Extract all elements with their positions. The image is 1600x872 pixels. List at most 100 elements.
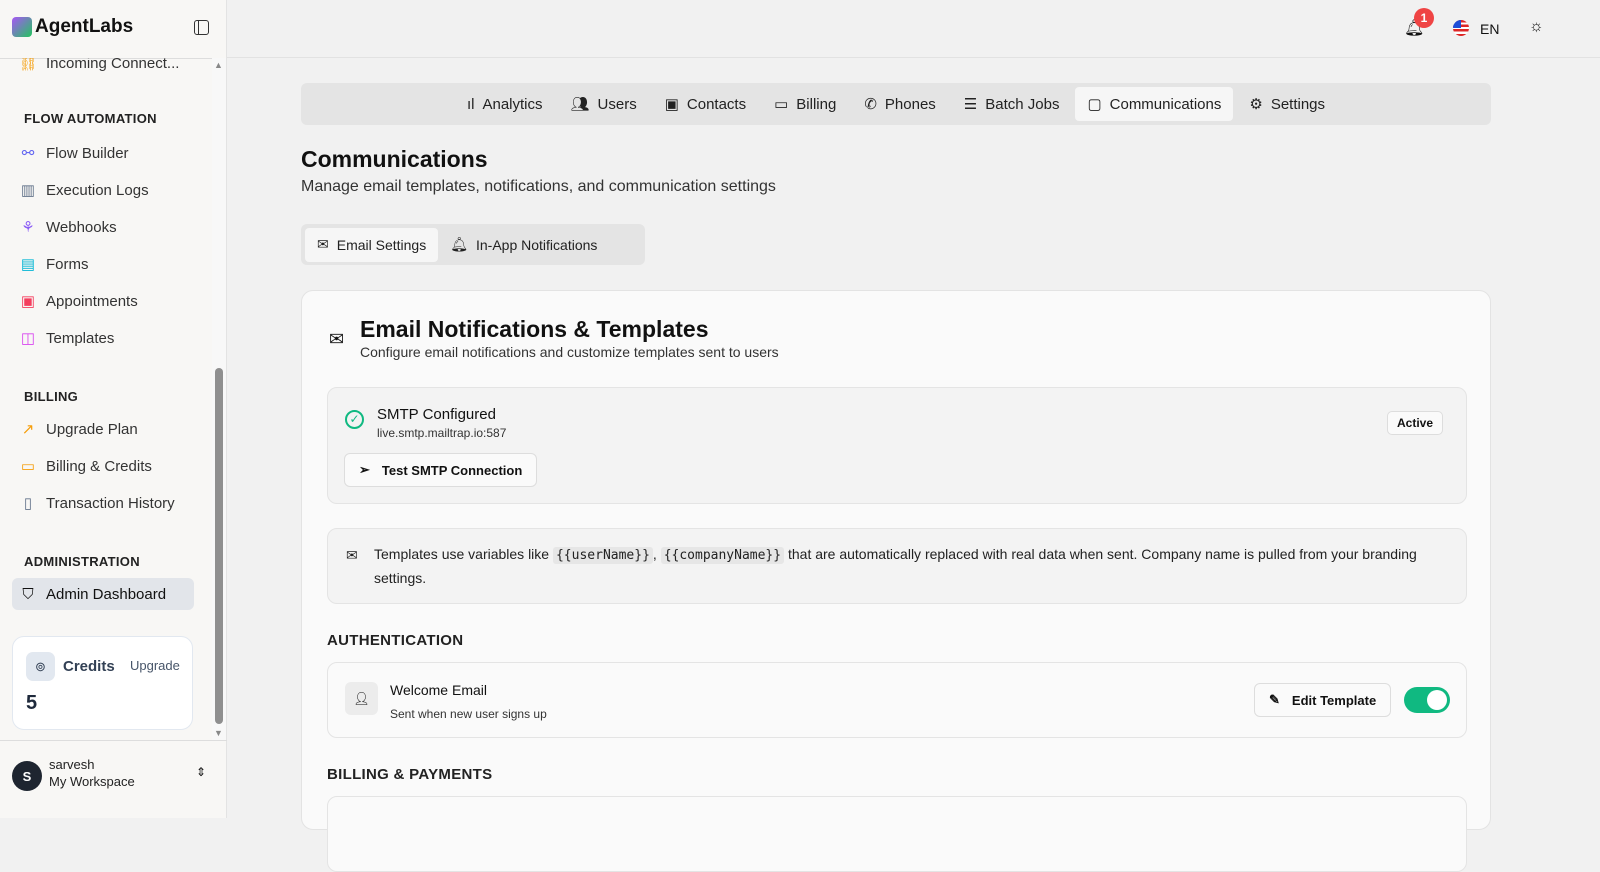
tab-label: Contacts — [686, 95, 747, 113]
webhook-icon: ⚘ — [21, 219, 35, 236]
credit-card-icon: ▭ — [20, 458, 36, 475]
user-name: sarvesh — [49, 757, 95, 772]
us-flag-icon[interactable] — [1453, 20, 1469, 36]
admin-nav: ıl Analytics 👥︎ Users ▣ Contacts ▭ Billing ✆… — [301, 83, 1491, 125]
phone-icon: ✆ — [864, 96, 877, 113]
tab-label: Email Settings — [336, 236, 427, 253]
edit-icon: ✎ — [1269, 692, 1280, 707]
language-selector[interactable]: EN — [1480, 21, 1499, 37]
sidebar-item-billing-credits[interactable]: ▭ Billing & Credits — [12, 450, 194, 482]
tab-label: Users — [597, 95, 637, 113]
list-icon: ☰ — [963, 96, 978, 113]
sidebar-item-appointments[interactable]: ▣ Appointments — [12, 285, 194, 317]
tab-phones[interactable]: ✆ Phones — [852, 87, 947, 121]
template-row-welcome-email: 👤︎ Welcome Email Sent when new user sign… — [327, 662, 1467, 738]
sidebar-item-execution-logs[interactable]: ▥ Execution Logs — [12, 174, 194, 206]
credits-label: Credits — [63, 658, 115, 675]
tab-label: Settings — [1270, 95, 1326, 113]
credit-card-icon: ▭ — [774, 96, 789, 113]
gear-icon: ⚙ — [1249, 96, 1263, 113]
tab-communications[interactable]: ▢ Communications — [1075, 87, 1234, 121]
tab-batch-jobs[interactable]: ☰ Batch Jobs — [952, 87, 1072, 121]
sidebar-item-label: Admin Dashboard — [46, 585, 167, 603]
message-icon: ▢ — [1087, 96, 1102, 113]
sidebar: AgentLabs ⛓ Incoming Connect... FLOW AUTO… — [0, 0, 227, 818]
sidebar-item-templates[interactable]: ◫ Templates — [12, 322, 194, 354]
sidebar-toggle-icon[interactable] — [194, 20, 209, 35]
brand-name: AgentLabs — [35, 16, 134, 37]
section-billing: BILLING — [24, 389, 79, 404]
sidebar-item-label: Upgrade Plan — [46, 420, 138, 438]
shield-icon: ⛉ — [22, 585, 34, 603]
chevrons-up-down-icon: ⇕ — [196, 765, 207, 779]
user-plus-icon: 👤︎ — [345, 682, 378, 715]
sidebar-item-label: Templates — [46, 329, 115, 347]
template-variables-info: ✉ Templates use variables like {{userNam… — [327, 528, 1467, 604]
template-enabled-toggle[interactable] — [1404, 687, 1450, 713]
notification-badge: 1 — [1414, 8, 1434, 28]
upgrade-link[interactable]: Upgrade — [130, 658, 180, 673]
sidebar-item-label: Transaction History — [46, 494, 175, 512]
tab-label: Batch Jobs — [985, 95, 1060, 113]
tab-billing[interactable]: ▭ Billing — [762, 87, 848, 121]
smtp-status-box: ✓ SMTP Configured live.smtp.mailtrap.io:… — [327, 387, 1467, 504]
sidebar-item-admin-dashboard[interactable]: ⛉ Admin Dashboard — [12, 578, 194, 610]
sidebar-item-flow-builder[interactable]: ⚯ Flow Builder — [12, 137, 194, 169]
mail-icon: ✉ — [329, 329, 345, 349]
sidebar-item-label: Execution Logs — [46, 181, 149, 199]
tab-label: In-App Notifications — [476, 236, 598, 253]
info-text: Templates use variables like — [374, 546, 550, 562]
tab-label: Billing — [796, 95, 837, 113]
sidebar-item-webhooks[interactable]: ⚘ Webhooks — [12, 211, 194, 243]
status-badge: Active — [1387, 411, 1444, 435]
logo-image — [12, 17, 32, 37]
workspace-name: My Workspace — [49, 774, 135, 789]
tab-in-app-notifications[interactable]: 🔔︎ In-App Notifications — [438, 228, 609, 262]
link-icon: ⛓ — [18, 58, 38, 72]
smtp-title: SMTP Configured — [377, 406, 496, 423]
tab-users[interactable]: 👥︎ Users — [559, 87, 649, 121]
bell-icon: 🔔︎ — [450, 236, 468, 252]
credits-card: ⊚ Credits Upgrade 5 — [12, 636, 193, 730]
variable-username: {{userName}} — [552, 547, 653, 564]
trending-up-icon: ↗ — [21, 421, 35, 438]
test-smtp-button[interactable]: ➢ Test SMTP Connection — [344, 453, 538, 487]
button-label: Test SMTP Connection — [381, 462, 523, 478]
tab-contacts[interactable]: ▣ Contacts — [653, 87, 758, 121]
sidebar-item-label: Webhooks — [46, 218, 117, 236]
template-name: Welcome Email — [390, 682, 487, 698]
button-label: Edit Template — [1291, 692, 1377, 708]
tab-email-settings[interactable]: ✉ Email Settings — [305, 227, 439, 262]
credits-value: 5 — [26, 692, 38, 714]
contact-icon: ▣ — [664, 96, 679, 113]
email-templates-card: ✉ Email Notifications & Templates Config… — [301, 290, 1491, 872]
sidebar-item-label: Billing & Credits — [46, 457, 152, 475]
top-bar: 🔔︎ 1 EN ☼ — [227, 0, 1600, 58]
tab-analytics[interactable]: ıl Analytics — [455, 87, 555, 121]
scroll-thumb[interactable] — [215, 368, 223, 724]
sub-tabs: ✉ Email Settings 🔔︎ In-App Notifications — [301, 224, 645, 265]
sidebar-item-incoming-connections[interactable]: ⛓ Incoming Connect... — [12, 58, 194, 79]
user-switcher[interactable]: S sarvesh My Workspace ⇕ — [0, 740, 227, 818]
tab-label: Communications — [1109, 95, 1222, 113]
smtp-host: live.smtp.mailtrap.io:587 — [377, 426, 507, 440]
send-icon: ➢ — [359, 462, 370, 477]
layout-icon: ◫ — [20, 330, 36, 347]
mail-icon: ✉ — [346, 547, 358, 563]
check-circle-icon: ✓ — [345, 410, 364, 429]
section-authentication: AUTHENTICATION — [327, 632, 464, 649]
sidebar-item-forms[interactable]: ▤ Forms — [12, 248, 194, 280]
template-description: Sent when new user signs up — [390, 707, 547, 721]
page-subtitle: Manage email templates, notifications, a… — [301, 178, 776, 195]
sidebar-item-label: Incoming Connect... — [46, 58, 180, 72]
sun-icon[interactable]: ☼ — [1529, 18, 1544, 36]
sidebar-item-upgrade-plan[interactable]: ↗ Upgrade Plan — [12, 413, 194, 445]
edit-template-button[interactable]: ✎ Edit Template — [1254, 683, 1392, 717]
sidebar-item-label: Flow Builder — [46, 144, 129, 162]
sidebar-item-transaction-history[interactable]: ▯ Transaction History — [12, 487, 194, 519]
sidebar-scrollbar[interactable]: ▲ ▼ — [212, 58, 226, 740]
section-flow-automation: FLOW AUTOMATION — [24, 111, 157, 126]
avatar: S — [12, 761, 42, 791]
logo[interactable]: AgentLabs — [12, 16, 133, 38]
tab-settings[interactable]: ⚙ Settings — [1237, 87, 1337, 121]
